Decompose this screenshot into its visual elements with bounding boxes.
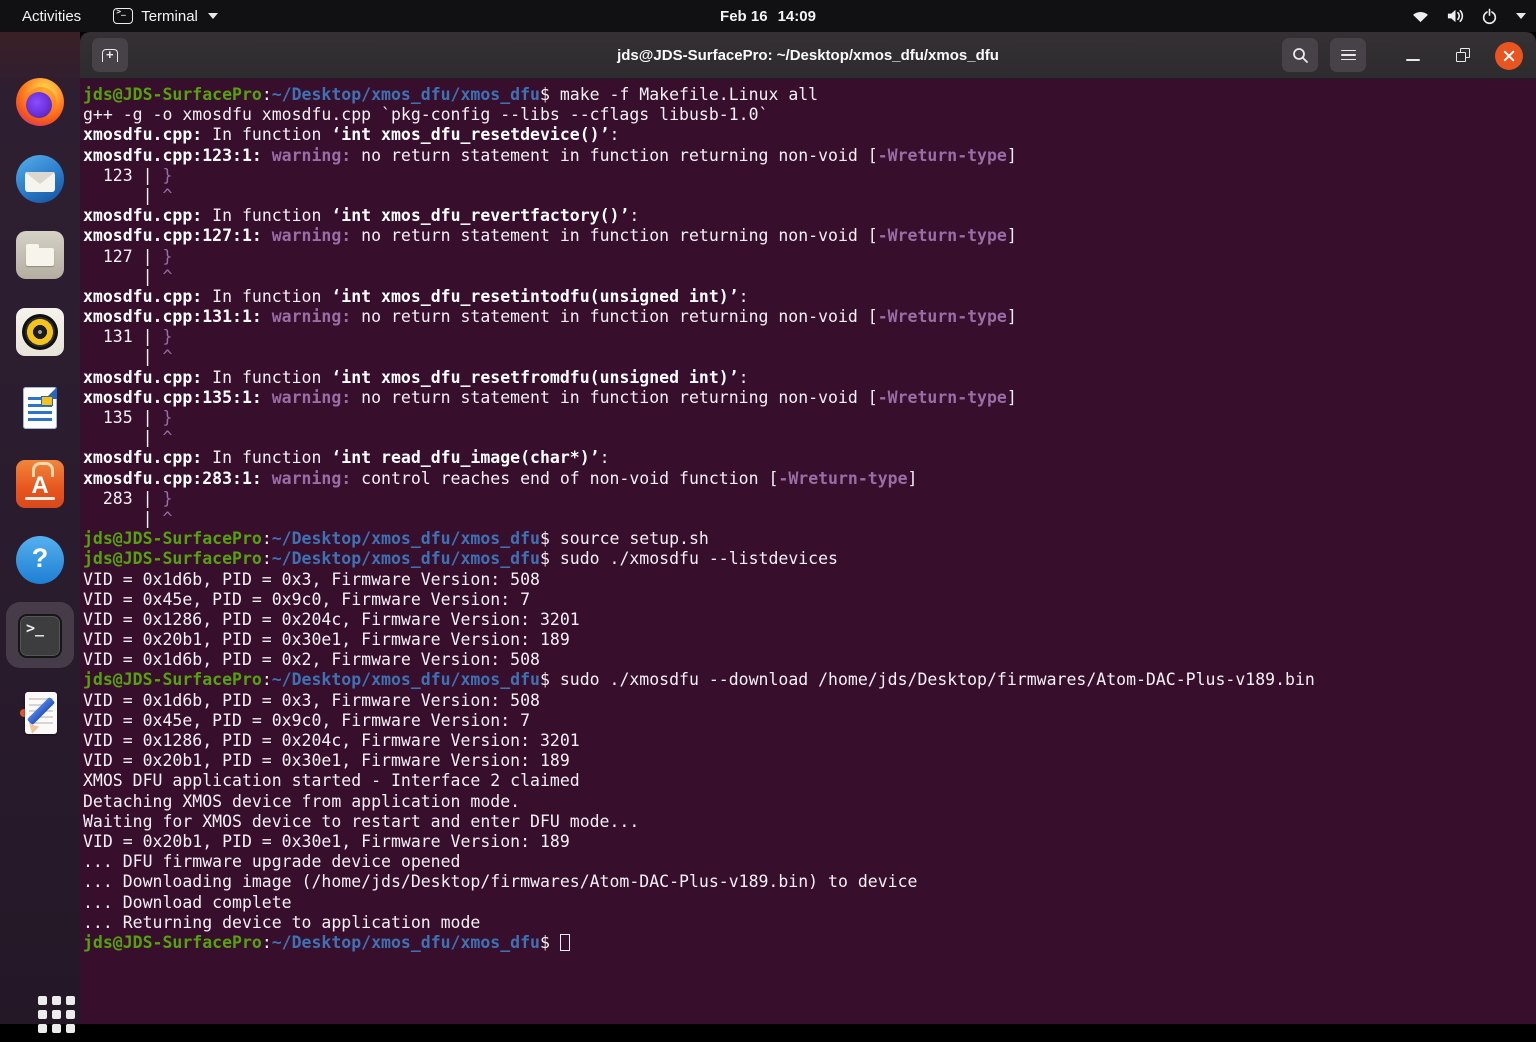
- terminal-line: g++ -g -o xmosdfu xmosdfu.cpp `pkg-confi…: [83, 105, 1536, 125]
- rhythmbox-icon: [16, 308, 64, 356]
- new-tab-icon: [102, 49, 118, 62]
- terminal-line: Waiting for XMOS device to restart and e…: [83, 812, 1536, 832]
- dock-item-help[interactable]: [16, 536, 64, 584]
- terminal-line: VID = 0x45e, PID = 0x9c0, Firmware Versi…: [83, 711, 1536, 731]
- dropdown-caret-icon: [208, 13, 218, 19]
- terminal-line: xmosdfu.cpp: In function ‘int read_dfu_i…: [83, 448, 1536, 468]
- help-icon: [16, 536, 64, 584]
- hamburger-icon: [1341, 50, 1356, 61]
- terminal-line: | ^: [83, 267, 1536, 287]
- terminal-line: xmosdfu.cpp:131:1: warning: no return st…: [83, 307, 1536, 327]
- terminal-line: 283 | }: [83, 489, 1536, 509]
- terminal-line: | ^: [83, 347, 1536, 367]
- dock-item-text-editor[interactable]: [16, 689, 64, 737]
- files-icon: [16, 231, 64, 279]
- dock-item-terminal[interactable]: [16, 612, 64, 660]
- terminal-line: VID = 0x1d6b, PID = 0x3, Firmware Versio…: [83, 570, 1536, 590]
- search-button[interactable]: [1282, 38, 1318, 72]
- terminal-line: VID = 0x45e, PID = 0x9c0, Firmware Versi…: [83, 590, 1536, 610]
- power-icon: [1481, 8, 1498, 25]
- terminal-line: 131 | }: [83, 327, 1536, 347]
- terminal-line: jds@JDS-SurfacePro:~/Desktop/xmos_dfu/xm…: [83, 85, 1536, 105]
- terminal-line: | ^: [83, 186, 1536, 206]
- terminal-line: 127 | }: [83, 247, 1536, 267]
- terminal-line: xmosdfu.cpp:127:1: warning: no return st…: [83, 226, 1536, 246]
- terminal-line: VID = 0x1d6b, PID = 0x3, Firmware Versio…: [83, 691, 1536, 711]
- dock-item-libreoffice-writer[interactable]: [16, 384, 64, 432]
- dock-item-firefox[interactable]: [16, 78, 64, 126]
- dock-item-ubuntu-software[interactable]: [16, 460, 64, 508]
- terminal-cursor: [560, 934, 570, 951]
- restore-button[interactable]: [1456, 48, 1470, 62]
- close-icon: [1502, 49, 1516, 63]
- activities-button[interactable]: Activities: [16, 6, 87, 27]
- dock-item-thunderbird[interactable]: [16, 155, 64, 203]
- app-grid-icon: [36, 994, 76, 1034]
- system-status-area[interactable]: [1411, 0, 1526, 32]
- terminal-line: 135 | }: [83, 408, 1536, 428]
- libreoffice-writer-icon: [16, 384, 64, 432]
- terminal-line: ... Downloading image (/home/jds/Desktop…: [83, 872, 1536, 892]
- terminal-line: xmosdfu.cpp: In function ‘int xmos_dfu_r…: [83, 125, 1536, 145]
- app-menu-label: Terminal: [141, 8, 198, 25]
- thunderbird-icon: [16, 155, 64, 203]
- text-editor-icon: [16, 689, 64, 737]
- terminal-line: VID = 0x1286, PID = 0x204c, Firmware Ver…: [83, 731, 1536, 751]
- terminal-line: VID = 0x1d6b, PID = 0x2, Firmware Versio…: [83, 650, 1536, 670]
- new-tab-button[interactable]: [92, 38, 128, 72]
- terminal-line: xmosdfu.cpp: In function ‘int xmos_dfu_r…: [83, 368, 1536, 388]
- terminal-icon: [18, 614, 62, 658]
- terminal-line: 123 | }: [83, 166, 1536, 186]
- ubuntu-software-icon: [16, 460, 64, 508]
- terminal-line: VID = 0x20b1, PID = 0x30e1, Firmware Ver…: [83, 832, 1536, 852]
- terminal-line: ... DFU firmware upgrade device opened: [83, 852, 1536, 872]
- terminal-app-icon: [113, 8, 133, 24]
- firefox-icon: [16, 78, 64, 126]
- terminal-output: jds@JDS-SurfacePro:~/Desktop/xmos_dfu/xm…: [83, 85, 1536, 953]
- terminal-viewport[interactable]: jds@JDS-SurfacePro:~/Desktop/xmos_dfu/xm…: [80, 79, 1536, 1024]
- terminal-line: jds@JDS-SurfacePro:~/Desktop/xmos_dfu/xm…: [83, 670, 1536, 690]
- terminal-line: jds@JDS-SurfacePro:~/Desktop/xmos_dfu/xm…: [83, 549, 1536, 569]
- terminal-line: jds@JDS-SurfacePro:~/Desktop/xmos_dfu/xm…: [83, 933, 1536, 953]
- header-bar[interactable]: jds@JDS-SurfacePro: ~/Desktop/xmos_dfu/x…: [80, 32, 1536, 79]
- terminal-line: VID = 0x20b1, PID = 0x30e1, Firmware Ver…: [83, 630, 1536, 650]
- clock-date: Feb 16: [720, 8, 768, 25]
- dock-item-show-applications[interactable]: [16, 994, 64, 1042]
- terminal-line: xmosdfu.cpp:135:1: warning: no return st…: [83, 388, 1536, 408]
- terminal-window: jds@JDS-SurfacePro: ~/Desktop/xmos_dfu/x…: [80, 32, 1536, 1024]
- terminal-line: ... Returning device to application mode: [83, 913, 1536, 933]
- dropdown-caret-icon: [1516, 13, 1526, 19]
- terminal-line: XMOS DFU application started - Interface…: [83, 771, 1536, 791]
- close-button[interactable]: [1495, 42, 1523, 70]
- top-bar: Activities Terminal Feb 16 14:09: [0, 0, 1536, 32]
- terminal-line: xmosdfu.cpp:123:1: warning: no return st…: [83, 146, 1536, 166]
- dock-item-files[interactable]: [16, 231, 64, 279]
- terminal-line: xmosdfu.cpp:283:1: warning: control reac…: [83, 469, 1536, 489]
- terminal-line: VID = 0x1286, PID = 0x204c, Firmware Ver…: [83, 610, 1536, 630]
- search-icon: [1292, 47, 1309, 64]
- clock[interactable]: Feb 16 14:09: [0, 0, 1536, 32]
- wifi-icon: [1411, 8, 1430, 24]
- terminal-line: Detaching XMOS device from application m…: [83, 792, 1536, 812]
- volume-icon: [1446, 8, 1465, 24]
- clock-time: 14:09: [778, 8, 816, 25]
- terminal-line: jds@JDS-SurfacePro:~/Desktop/xmos_dfu/xm…: [83, 529, 1536, 549]
- app-menu-terminal[interactable]: Terminal: [113, 8, 218, 25]
- minimize-button[interactable]: [1406, 45, 1420, 65]
- terminal-line: | ^: [83, 428, 1536, 448]
- menu-button[interactable]: [1330, 38, 1366, 72]
- minimize-icon: [1406, 59, 1420, 61]
- terminal-line: ... Download complete: [83, 893, 1536, 913]
- terminal-line: VID = 0x20b1, PID = 0x30e1, Firmware Ver…: [83, 751, 1536, 771]
- terminal-line: | ^: [83, 509, 1536, 529]
- dock: [0, 32, 80, 1024]
- dock-item-rhythmbox[interactable]: [16, 308, 64, 356]
- terminal-line: xmosdfu.cpp: In function ‘int xmos_dfu_r…: [83, 206, 1536, 226]
- terminal-line: xmosdfu.cpp: In function ‘int xmos_dfu_r…: [83, 287, 1536, 307]
